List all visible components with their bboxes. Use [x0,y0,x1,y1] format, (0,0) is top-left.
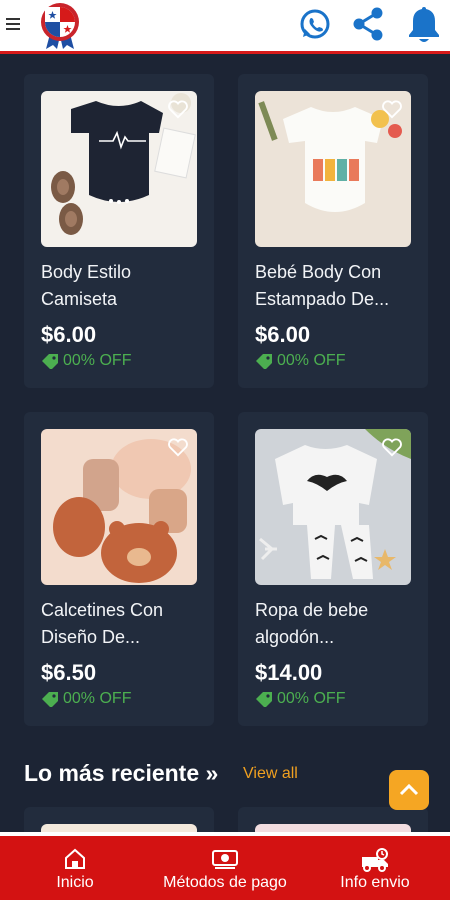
discount-text: 00% OFF [277,690,346,707]
nav-item-metodos-de-pago[interactable]: Métodos de pago [150,836,300,900]
product-price: $14.00 [255,660,323,685]
product-card[interactable] [24,807,214,832]
discount-badge: 00% OFF [41,352,131,370]
nav-item-info-envio[interactable]: Info envio [325,836,425,900]
nav-label: Info envio [340,874,410,891]
favorite-heart-icon[interactable] [381,99,403,119]
chevron-up-icon [399,783,419,796]
product-name[interactable]: Ropa de bebe algodón... [255,597,417,651]
product-name[interactable]: Bebé Body Con Estampado De... [255,259,417,313]
favorite-heart-icon[interactable] [167,99,189,119]
discount-badge: 00% OFF [255,690,345,708]
product-image[interactable] [255,824,411,832]
product-image[interactable] [255,429,411,585]
product-card[interactable]: Body Estilo Camiseta $6.00 00% OFF [24,74,214,388]
product-price: $6.00 [255,322,311,347]
favorite-heart-icon[interactable] [381,437,403,457]
product-name[interactable]: Body Estilo Camiseta [41,259,203,313]
view-all-link[interactable]: View all [243,765,298,783]
scroll-to-top-button[interactable] [389,770,429,810]
product-card[interactable]: Bebé Body Con Estampado De... $6.00 00% … [238,74,428,388]
bell-icon[interactable] [406,4,442,44]
main-content: Body Estilo Camiseta $6.00 00% OFF Bebé … [0,57,450,832]
product-name[interactable]: Calcetines Con Diseño De... [41,597,203,651]
discount-text: 00% OFF [63,352,132,369]
home-icon [65,848,85,869]
discount-badge: 00% OFF [255,352,345,370]
delivery-truck-icon [362,848,388,872]
section-title-recent: Lo más reciente » [24,760,219,786]
product-card[interactable]: Calcetines Con Diseño De... $6.50 00% OF… [24,412,214,726]
bottom-navigation: Inicio Métodos de pago Info envio [0,832,450,900]
favorite-heart-icon[interactable] [167,437,189,457]
hamburger-icon[interactable] [6,15,22,35]
tag-icon [42,692,58,707]
product-image[interactable] [41,824,197,832]
product-card[interactable]: Ropa de bebe algodón... $14.00 00% OFF [238,412,428,726]
tag-icon [42,354,58,369]
top-app-bar [0,0,450,54]
product-card[interactable] [238,807,428,832]
share-icon[interactable] [350,4,386,44]
product-image[interactable] [41,429,197,585]
tag-icon [256,692,272,707]
discount-badge: 00% OFF [41,690,131,708]
product-image[interactable] [255,91,411,247]
nav-label: Métodos de pago [163,874,287,891]
nav-item-inicio[interactable]: Inicio [25,836,125,900]
discount-text: 00% OFF [63,690,132,707]
tag-icon [256,354,272,369]
whatsapp-icon[interactable] [297,4,333,44]
product-price: $6.00 [41,322,97,347]
product-price: $6.50 [41,660,97,685]
nav-label: Inicio [56,874,94,891]
product-image[interactable] [41,91,197,247]
discount-text: 00% OFF [277,352,346,369]
money-icon [212,850,238,869]
logo[interactable] [38,2,82,50]
